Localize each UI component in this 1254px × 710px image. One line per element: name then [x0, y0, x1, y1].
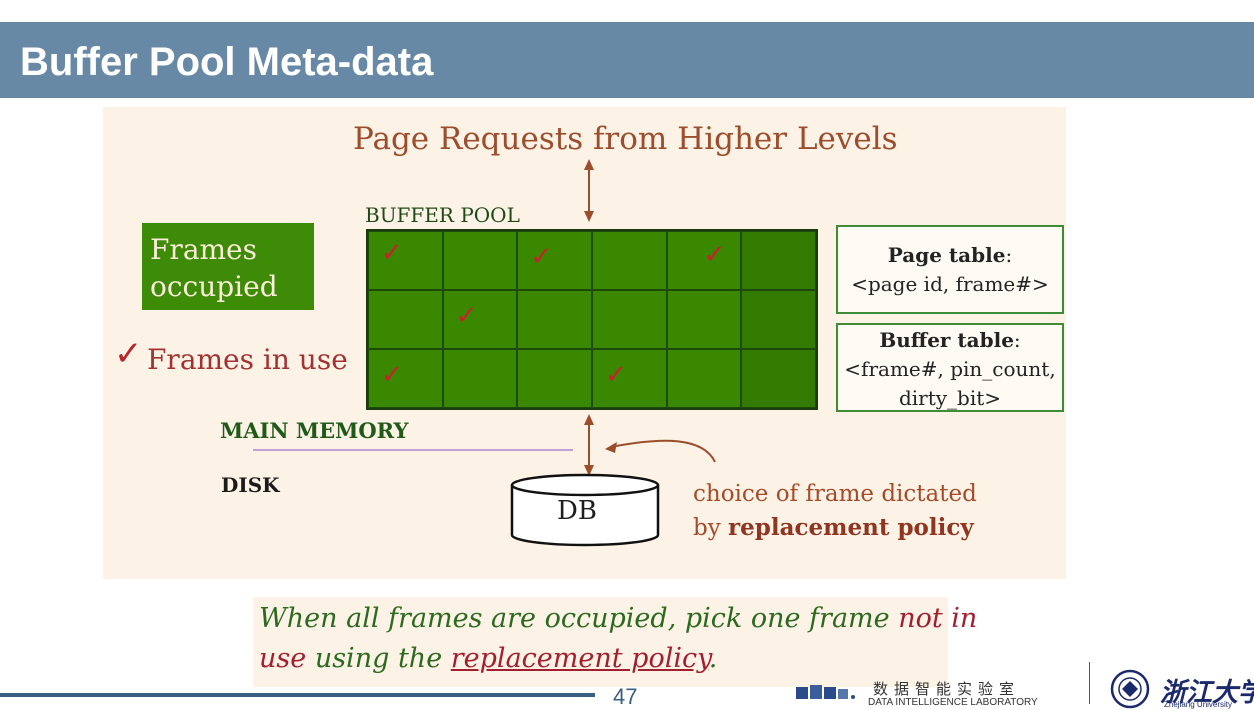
page-table-box: Page table: <page id, frame#>: [836, 225, 1064, 314]
buffer-frame-cell: [741, 349, 816, 408]
choice-line2-bold: replacement policy: [728, 514, 974, 541]
choice-line2-prefix: by: [693, 515, 729, 541]
frames-occupied-line1: Frames: [150, 233, 257, 266]
buffer-frame-cell: ✓: [517, 231, 592, 290]
buffer-pool-label: BUFFER POOL: [365, 203, 520, 227]
buffer-frame-cell: ✓: [666, 231, 742, 290]
in-use-checkmark-icon: ✓: [604, 360, 627, 390]
slide-header: Buffer Pool Meta-data: [0, 22, 1254, 98]
in-use-checkmark-icon: ✓: [381, 360, 403, 390]
buffer-frame-cell: ✓: [368, 231, 443, 290]
in-use-checkmark-icon: ✓: [703, 240, 726, 270]
page-table-title: Page table: [887, 243, 1006, 267]
db-label: DB: [557, 496, 597, 526]
checkmark-icon: ✓: [114, 334, 143, 374]
caption-part2: not in: [898, 603, 978, 634]
data-lab-logo-icon: [796, 685, 855, 699]
zju-emblem-icon: [1110, 669, 1150, 709]
slide-title: Buffer Pool Meta-data: [20, 40, 434, 84]
buffer-frame-cell: [591, 290, 667, 349]
memory-disk-divider: [253, 449, 573, 451]
caption-part6: .: [708, 643, 718, 674]
replacement-policy-note: choice of frame dictated by replacement …: [693, 477, 977, 545]
in-use-checkmark-icon: ✓: [381, 238, 403, 268]
buffer-frame-cell: [666, 349, 742, 408]
buffer-frame-cell: ✓: [442, 290, 518, 349]
page-table-fields: <page id, frame#>: [851, 272, 1049, 296]
buffer-frame-cell: [666, 290, 742, 349]
frames-occupied-line2: occupied: [150, 270, 278, 303]
caption-part3: use: [259, 643, 307, 674]
page-table-colon: :: [1005, 243, 1013, 267]
caption-part1: When all frames are occupied, pick one f…: [259, 603, 899, 634]
buffer-table-colon: :: [1013, 328, 1021, 352]
footer-rule: [0, 693, 595, 697]
page-number: 47: [613, 684, 638, 709]
disk-label: DISK: [221, 473, 280, 497]
buffer-table-box: Buffer table: <frame#, pin_count, dirty_…: [836, 323, 1064, 412]
main-memory-label: MAIN MEMORY: [220, 418, 409, 443]
buffer-frame-cell: [741, 290, 816, 349]
buffer-table-fields-line2: dirty_bit>: [898, 386, 1002, 410]
frames-in-use-legend: Frames in use: [147, 343, 348, 376]
buffer-frame-cell: [517, 349, 592, 408]
lab-name-en: DATA INTELLIGENCE LABORATORY: [868, 697, 1038, 708]
buffer-frame-cell: [591, 231, 667, 290]
buffer-table-title: Buffer table: [879, 328, 1014, 352]
lab-name-cn: 数据智能实验室: [873, 680, 1021, 698]
in-use-checkmark-icon: ✓: [530, 242, 553, 272]
buffer-pool-diagram: Page Requests from Higher Levels BUFFER …: [103, 107, 1066, 579]
caption-part5: replacement policy: [450, 643, 709, 674]
choice-line1: choice of frame dictated: [693, 481, 977, 507]
caption-part4: using the: [306, 643, 451, 674]
buffer-frame-cell: ✓: [591, 349, 667, 408]
footer-divider: [1089, 662, 1090, 704]
buffer-pool-frame-grid: ✓ ✓ ✓ ✓ ✓ ✓: [366, 229, 818, 410]
buffer-frame-cell: [368, 290, 443, 349]
summary-caption: When all frames are occupied, pick one f…: [253, 597, 977, 687]
buffer-frame-cell: [442, 349, 518, 408]
buffer-frame-cell: [442, 231, 518, 290]
frames-occupied-legend: Frames occupied: [142, 223, 314, 310]
in-use-checkmark-icon: ✓: [455, 301, 478, 331]
university-name-en: Zhejiang University: [1164, 700, 1233, 709]
buffer-frame-cell: [741, 231, 816, 290]
buffer-frame-cell: ✓: [368, 349, 443, 408]
buffer-frame-cell: [517, 290, 592, 349]
buffer-table-fields-line1: <frame#, pin_count,: [844, 357, 1056, 381]
